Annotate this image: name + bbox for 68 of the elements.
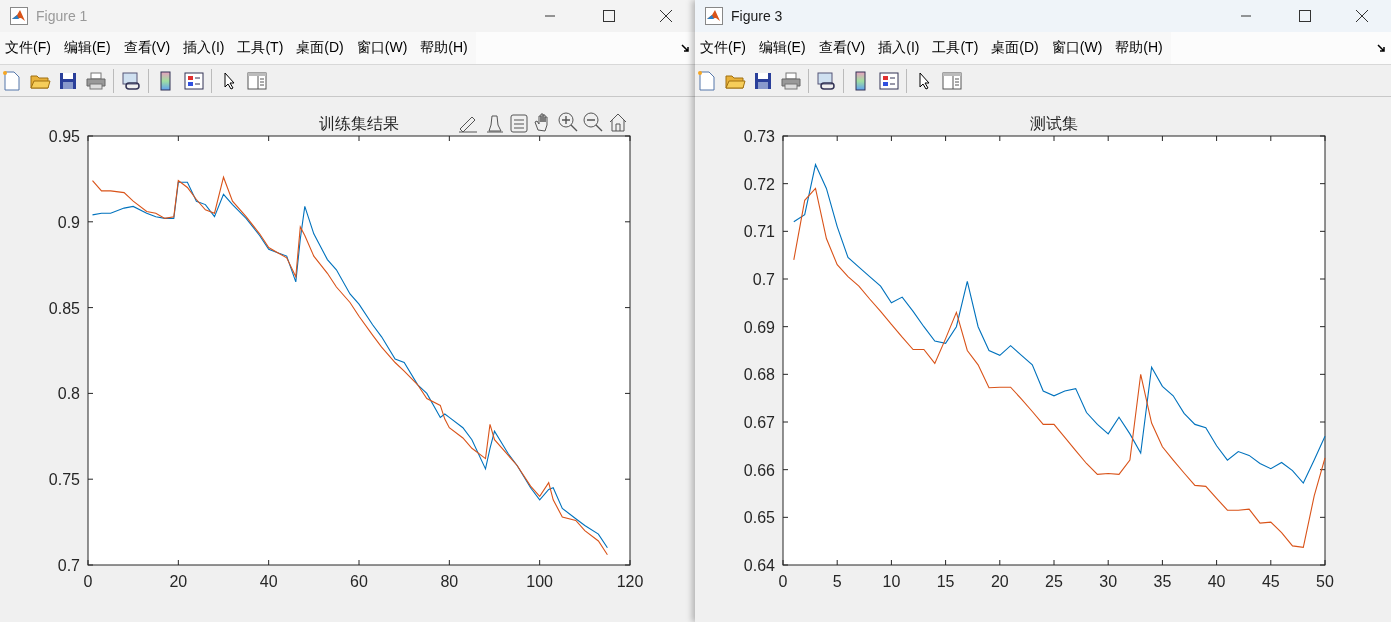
legend-icon[interactable] xyxy=(510,114,528,133)
zoom-out-icon[interactable] xyxy=(583,112,603,132)
tick-label: 20 xyxy=(169,573,188,590)
chart-title: 测试集 xyxy=(1030,115,1078,132)
tick-label: 80 xyxy=(440,573,459,590)
zoom-in-icon[interactable] xyxy=(558,112,578,132)
tick-label: 120 xyxy=(616,573,644,590)
property-editor-icon[interactable] xyxy=(941,69,963,92)
tick-label: 40 xyxy=(1207,573,1226,590)
pan-hand-icon[interactable] xyxy=(534,113,548,132)
tick-label: 0.69 xyxy=(743,318,775,336)
dock-arrow-icon[interactable] xyxy=(1377,43,1387,53)
tick-label: 0.95 xyxy=(48,128,80,145)
legend-icon[interactable] xyxy=(878,69,900,92)
tick-label: 35 xyxy=(1153,573,1172,590)
tick-label: 40 xyxy=(259,573,278,590)
menu-item[interactable]: 工具(T) xyxy=(932,39,979,57)
window-title: Figure 3 xyxy=(731,8,783,24)
menu-item[interactable]: 文件(F) xyxy=(5,39,51,57)
tick-label: 45 xyxy=(1261,573,1280,590)
menu-item[interactable]: 工具(T) xyxy=(237,39,284,57)
menu-item[interactable]: 插入(I) xyxy=(183,39,225,57)
tick-label: 0.7 xyxy=(57,557,80,574)
tick-label: 0.71 xyxy=(743,223,775,241)
tick-label: 0.85 xyxy=(48,299,80,317)
tick-label: 0.9 xyxy=(57,213,80,231)
menu-item[interactable]: 窗口(W) xyxy=(1051,39,1103,57)
tick-label: 100 xyxy=(526,573,553,590)
tick-label: 50 xyxy=(1316,573,1334,590)
tick-label: 0.75 xyxy=(48,471,80,489)
tick-label: 0.8 xyxy=(57,385,80,403)
tick-label: 0 xyxy=(83,573,93,590)
tick-label: 30 xyxy=(1099,573,1118,590)
menu-item[interactable]: 查看(V) xyxy=(123,39,171,57)
tick-label: 0 xyxy=(778,573,788,590)
menu-item[interactable]: 桌面(D) xyxy=(991,39,1039,57)
tick-label: 20 xyxy=(990,573,1009,590)
menu-item[interactable]: 编辑(E) xyxy=(63,39,111,57)
tick-label: 0.67 xyxy=(743,414,775,431)
menu-item[interactable]: 帮助(H) xyxy=(1115,39,1163,57)
chart-title: 训练集结果 xyxy=(319,115,399,132)
tick-label: 0.72 xyxy=(743,175,775,193)
menu-item[interactable]: 查看(V) xyxy=(818,39,866,57)
tick-label: 0.66 xyxy=(743,461,775,479)
print-icon[interactable] xyxy=(780,69,802,92)
tick-label: 0.65 xyxy=(743,509,775,527)
menu-item[interactable]: 窗口(W) xyxy=(356,39,408,57)
home-icon[interactable] xyxy=(609,113,627,132)
brush-icon[interactable] xyxy=(458,116,478,133)
tick-label: 0.7 xyxy=(752,271,775,288)
menu-item[interactable]: 编辑(E) xyxy=(758,39,806,57)
tick-label: 15 xyxy=(936,573,955,590)
menu-item[interactable]: 帮助(H) xyxy=(420,39,468,57)
matlab-logo-icon xyxy=(10,7,28,25)
matlab-logo-icon xyxy=(705,7,723,25)
menu-item[interactable]: 插入(I) xyxy=(878,39,920,57)
menu-item[interactable]: 桌面(D) xyxy=(296,39,344,57)
tick-label: 0.73 xyxy=(743,128,775,145)
data-tips-icon[interactable] xyxy=(486,115,504,133)
tick-label: 5 xyxy=(832,573,842,590)
tick-label: 25 xyxy=(1045,573,1063,590)
menu-item[interactable]: 文件(F) xyxy=(700,39,746,57)
tick-label: 0.68 xyxy=(743,366,775,384)
link-figure-icon[interactable] xyxy=(815,69,837,92)
window-title: Figure 1 xyxy=(36,8,88,24)
tick-label: 0.64 xyxy=(743,557,775,574)
tick-label: 10 xyxy=(882,573,901,590)
tick-label: 60 xyxy=(350,573,368,590)
